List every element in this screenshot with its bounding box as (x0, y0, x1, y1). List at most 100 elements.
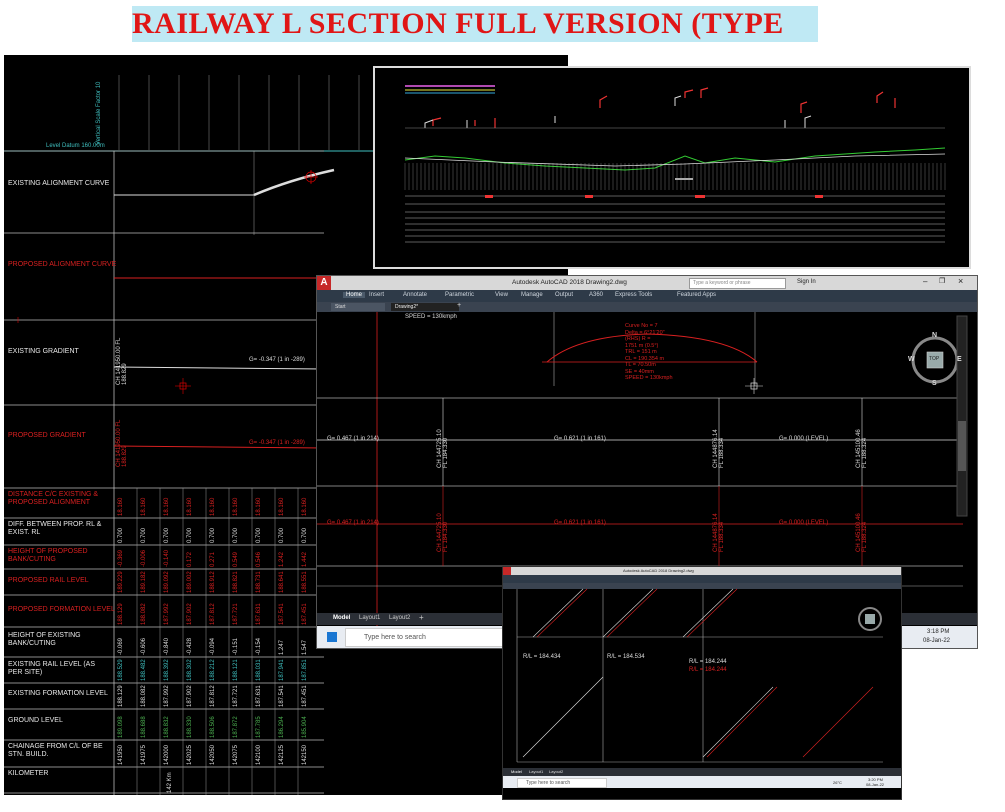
table-cell: 188.641 (279, 571, 285, 593)
table-cell: -0.369 (118, 549, 124, 567)
row-height-existing: HEIGHT OF EXISTING BANK/CUTING (8, 632, 81, 647)
table-cell: 141975 (141, 744, 147, 765)
table-cell: 188.121 (233, 659, 239, 681)
table-cell: 1.547 (302, 639, 308, 655)
table-cell: 188.129 (118, 603, 124, 625)
level-datum: Level Datum 160.00m (46, 143, 105, 149)
table-cell: 188.392 (164, 659, 170, 681)
table-cell: 187.812 (210, 685, 216, 707)
table-cell: 188.688 (141, 716, 147, 738)
row-proposed-formation: PROPOSED FORMATION LEVEL (8, 606, 115, 613)
table-cell: 188.031 (256, 659, 262, 681)
small-temp: 26°C (833, 780, 842, 785)
table-cell: 187.941 (279, 659, 285, 681)
table-cell: 0.546 (256, 551, 262, 567)
table-cell: 188.731 (256, 571, 262, 593)
windows-start-icon[interactable] (327, 632, 337, 642)
table-cell: 187.785 (256, 716, 262, 738)
grad-top-2: G= 0.621 (1 in 161) (554, 436, 606, 442)
table-cell: 189.182 (141, 571, 147, 593)
banner-title: RAILWAY L SECTION FULL VERSION (TYPE (132, 7, 784, 40)
table-cell: 0.172 (187, 551, 193, 567)
row-chainage: CHAINAGE FROM C/L OF BE STN. BUILD. (8, 743, 103, 758)
small-autocad-window[interactable]: Autodesk AutoCAD 2018 Drawing2.dwg R/L =… (502, 566, 902, 800)
row-height-proposed: HEIGHT OF PROPOSED BANK/CUTING (8, 548, 88, 563)
table-cell: 187.451 (302, 685, 308, 707)
table-cell: 187.902 (187, 603, 193, 625)
table-cell: 186.294 (279, 716, 285, 738)
existing-gradient-label: G= -0.347 (1 in -289) (249, 357, 305, 363)
curve-info-line: SPEED = 130kmph (625, 375, 673, 381)
viewcube-top[interactable]: TOP (929, 356, 939, 362)
table-cell: 18.160 (256, 497, 262, 516)
add-layout-plus-icon[interactable]: + (419, 613, 424, 622)
table-cell: -0.140 (164, 549, 170, 567)
ch-label-2: CH 144876.14 FL 188.334 (713, 429, 725, 468)
row-existing-gradient: EXISTING GRADIENT (8, 348, 79, 355)
table-cell: -0.069 (118, 637, 124, 655)
row-distance: DISTANCE C/C EXISTING & PROPOSED ALIGNME… (8, 491, 99, 506)
taskbar-search[interactable]: Type here to search (345, 628, 505, 647)
small-tab-layout1[interactable]: Layout1 (529, 769, 543, 774)
tab-layout2[interactable]: Layout2 (389, 615, 410, 621)
table-cell: 187.902 (187, 685, 193, 707)
table-cell: 142025 (187, 744, 193, 765)
compass-east[interactable]: E (957, 356, 962, 363)
ch-label-5: CH 144876.14 FL 188.334 (713, 513, 725, 552)
table-cell: 188.330 (187, 716, 193, 738)
proposed-gradient-label: G= -0.347 (1 in -289) (249, 440, 305, 446)
table-cell: 187.631 (256, 685, 262, 707)
row-proposed-gradient: PROPOSED GRADIENT (8, 432, 86, 439)
tab-layout1[interactable]: Layout1 (359, 615, 380, 621)
table-cell: 142125 (279, 744, 285, 765)
table-cell: 18.160 (233, 497, 239, 516)
table-cell: 18.160 (279, 497, 285, 516)
small-taskbar-search[interactable]: Type here to search (517, 778, 607, 788)
compass-west[interactable]: W (908, 356, 915, 363)
table-cell: 188.529 (118, 659, 124, 681)
table-cell: 188.832 (164, 716, 170, 738)
table-cell: 188.129 (118, 685, 124, 707)
table-cell: 188.551 (302, 571, 308, 593)
small-tab-layout2[interactable]: Layout2 (549, 769, 563, 774)
row-proposed-rail: PROPOSED RAIL LEVEL (8, 577, 89, 584)
grad-top-1: G= 0.467 (1 in 214) (327, 436, 379, 442)
table-cell: 1.442 (302, 551, 308, 567)
table-cell: 189.002 (187, 571, 193, 593)
table-cell: 188.821 (233, 571, 239, 593)
compass-north[interactable]: N (932, 332, 937, 339)
table-cell: -0.094 (210, 637, 216, 655)
grad-bottom-3: G= 0.000 (LEVEL) (779, 520, 829, 526)
small-rl-4: R/L = 184.244 (689, 667, 727, 673)
table-cell: 187.541 (279, 685, 285, 707)
row-kilometer: KILOMETER (8, 770, 49, 777)
row-existing-rail: EXISTING RAIL LEVEL (AS PER SITE) (8, 661, 96, 676)
table-cell: 187.541 (279, 603, 285, 625)
table-cell: 18.160 (141, 497, 147, 516)
table-cell: 187.451 (302, 603, 308, 625)
table-cell: 187.721 (233, 603, 239, 625)
table-cell: 0.271 (210, 551, 216, 567)
table-cell: 18.160 (118, 497, 124, 516)
table-cell: 142075 (233, 744, 239, 765)
table-cell: 188.482 (141, 659, 147, 681)
compass-south[interactable]: S (932, 380, 937, 387)
table-cell: 1.242 (279, 551, 285, 567)
table-cell: 0.700 (256, 527, 262, 543)
overview-drawing (404, 85, 946, 243)
table-cell: 0.700 (210, 527, 216, 543)
small-rl-3: R/L = 184.244 (689, 659, 727, 665)
table-cell: 188.302 (187, 659, 193, 681)
table-cell: 142100 (256, 744, 262, 765)
table-cell: 18.160 (302, 497, 308, 516)
kilometer-value: 142 Km (167, 772, 173, 793)
table-cell: -0.151 (233, 637, 239, 655)
tab-model[interactable]: Model (333, 615, 350, 621)
ch-proposed-label: CH 141950.00 FL 188.829 (116, 419, 128, 467)
table-cell: 188.506 (210, 716, 216, 738)
overview-drawing-window[interactable] (373, 66, 971, 269)
ch-label-3: CH 145100.46 FL 188.324 (856, 429, 868, 468)
small-tab-model[interactable]: Model (511, 769, 522, 774)
ch-label-6: CH 145100.46 FL 188.324 (856, 513, 868, 552)
table-cell: 185.904 (302, 716, 308, 738)
